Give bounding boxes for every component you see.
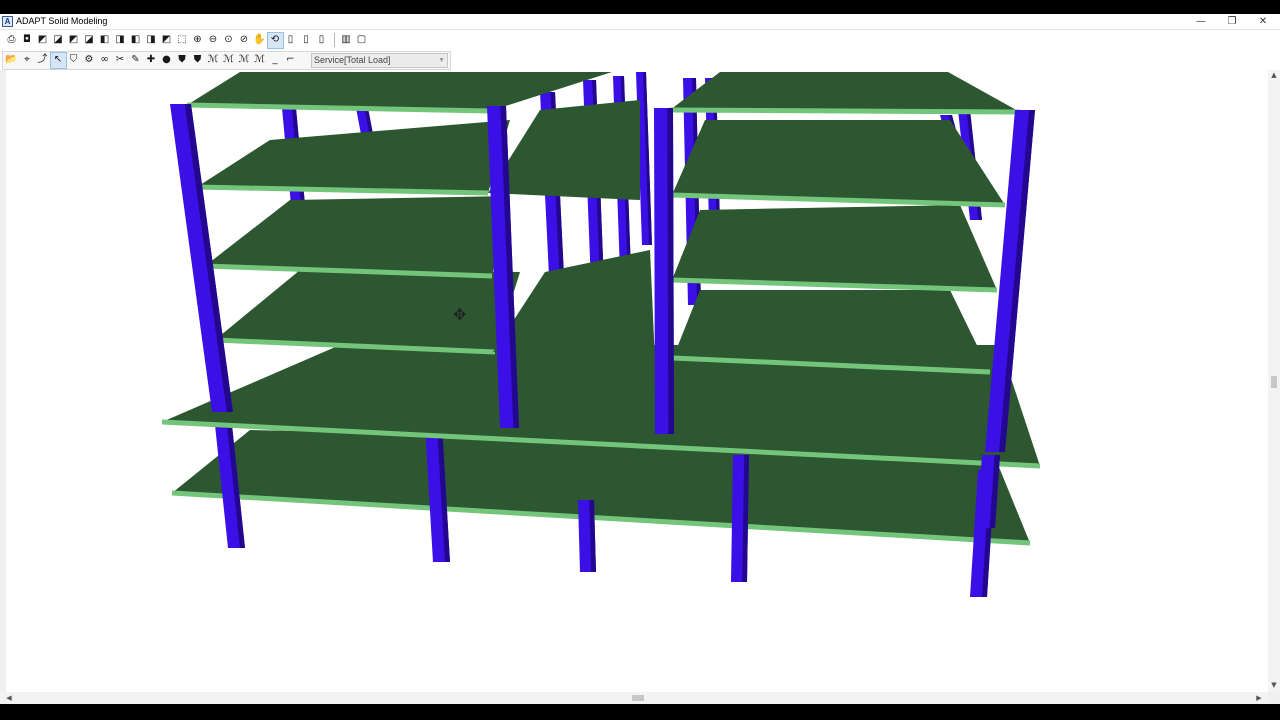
- zoom-out-icon[interactable]: ⊖: [206, 33, 221, 48]
- close-button[interactable]: ✕: [1248, 14, 1278, 29]
- column-display-1-icon[interactable]: ▯: [283, 33, 298, 48]
- restore-button[interactable]: ❐: [1217, 14, 1247, 29]
- edit-icon[interactable]: ✎: [128, 53, 143, 68]
- pan-hand-icon[interactable]: ✋: [252, 33, 267, 48]
- building-3d-model[interactable]: ✥: [6, 70, 1268, 692]
- rotate-icon[interactable]: ⟲: [266, 31, 284, 49]
- horizontal-scroll-thumb[interactable]: [632, 695, 644, 701]
- view-iso-2-icon[interactable]: ◪: [51, 33, 66, 48]
- vertical-scroll-thumb[interactable]: [1271, 376, 1277, 388]
- model-viewport[interactable]: ✥: [0, 70, 1268, 692]
- wireframe-icon[interactable]: ▢: [354, 33, 369, 48]
- zoom-extents-icon[interactable]: ⊙: [221, 33, 236, 48]
- settings-icon[interactable]: ⚙: [82, 53, 97, 68]
- column-display-3-icon[interactable]: ▯: [314, 33, 329, 48]
- select-icon[interactable]: ⤴: [35, 53, 50, 68]
- link-icon[interactable]: ∞: [97, 53, 112, 68]
- scrollbar-corner: [1268, 692, 1280, 704]
- zoom-in-icon[interactable]: ⊕: [190, 33, 205, 48]
- scroll-down-icon[interactable]: ▼: [1268, 680, 1280, 690]
- zoom-window-icon[interactable]: ⬚: [175, 33, 190, 48]
- column: [578, 500, 596, 572]
- load-case-value: Service[Total Load]: [314, 55, 391, 65]
- view-top-icon[interactable]: ◩: [159, 33, 174, 48]
- zoom-previous-icon[interactable]: ⊘: [237, 33, 252, 48]
- render-mode-icon[interactable]: ▥: [339, 33, 354, 48]
- tools-icon[interactable]: ✂: [113, 53, 128, 68]
- pointer-icon[interactable]: ↖: [49, 51, 67, 69]
- view-back-icon[interactable]: ◨: [113, 33, 128, 48]
- camera-icon[interactable]: ◘: [20, 33, 35, 48]
- app-logo-icon: A: [2, 16, 13, 27]
- screen-top-bar: [0, 0, 1280, 14]
- screen-bottom-bar: [0, 704, 1280, 720]
- line-icon[interactable]: _: [268, 53, 283, 68]
- toolbar-separator: [333, 33, 335, 47]
- load-4-icon[interactable]: ℳ: [252, 53, 267, 68]
- column: [654, 108, 674, 434]
- window-title: ADAPT Solid Modeling: [16, 16, 108, 26]
- floor-slab: [197, 120, 510, 193]
- core-slab: [493, 250, 655, 360]
- load-2-icon[interactable]: ℳ: [221, 53, 236, 68]
- load-case-select[interactable]: Service[Total Load] ▼: [311, 53, 448, 68]
- chevron-down-icon: ▼: [438, 57, 445, 64]
- core-slab: [488, 100, 640, 200]
- move-cursor-icon: ✥: [453, 305, 466, 324]
- view-iso-1-icon[interactable]: ◩: [35, 33, 50, 48]
- column: [731, 455, 749, 582]
- column-display-2-icon[interactable]: ▯: [299, 33, 314, 48]
- load-1-icon[interactable]: ℳ: [206, 53, 221, 68]
- floor-slab: [670, 72, 1020, 112]
- title-bar: A ADAPT Solid Modeling — ❐ ✕: [0, 14, 1280, 30]
- vertical-scrollbar[interactable]: ▲ ▼: [1268, 70, 1280, 692]
- move-icon[interactable]: ✚: [144, 53, 159, 68]
- filter-icon[interactable]: ⛉: [66, 53, 81, 68]
- minimize-button[interactable]: —: [1186, 14, 1216, 29]
- floor-slab: [672, 205, 997, 290]
- view-iso-3-icon[interactable]: ◩: [66, 33, 81, 48]
- view-right-icon[interactable]: ◨: [144, 33, 159, 48]
- record-icon[interactable]: ●: [159, 53, 174, 68]
- view-iso-4-icon[interactable]: ◪: [82, 33, 97, 48]
- model-toolbar: 📂 ⌖ ⤴ ↖ ⛉ ⚙ ∞ ✂ ✎ ✚ ● ⛊ ⛊ ℳ ℳ ℳ ℳ _ ⌐: [0, 50, 1280, 70]
- slab-edge: [669, 107, 1021, 115]
- print-icon[interactable]: ⎙: [4, 33, 19, 48]
- bracket-icon[interactable]: ⌐: [283, 53, 298, 68]
- scroll-right-icon[interactable]: ▶: [1254, 692, 1264, 704]
- scroll-left-icon[interactable]: ◀: [4, 692, 14, 704]
- floor-slab: [672, 120, 1005, 205]
- view-toolbar: ⎙ ◘ ◩ ◪ ◩ ◪ ◧ ◨ ◧ ◨ ◩ ⬚ ⊕ ⊖ ⊙ ⊘ ✋ ⟲ ▯ ▯ ▯ ▥ ▢: [0, 30, 1280, 50]
- view-left-icon[interactable]: ◧: [128, 33, 143, 48]
- snap-icon[interactable]: ⌖: [20, 53, 35, 68]
- load-3-icon[interactable]: ℳ: [237, 53, 252, 68]
- floor-slab: [205, 196, 510, 276]
- scroll-up-icon[interactable]: ▲: [1268, 70, 1280, 80]
- open-folder-icon[interactable]: 📂: [4, 53, 19, 68]
- view-front-icon[interactable]: ◧: [97, 33, 112, 48]
- horizontal-scrollbar[interactable]: ◀ ▶: [0, 692, 1268, 704]
- shield-2-icon[interactable]: ⛊: [190, 53, 205, 68]
- shield-1-icon[interactable]: ⛊: [175, 53, 190, 68]
